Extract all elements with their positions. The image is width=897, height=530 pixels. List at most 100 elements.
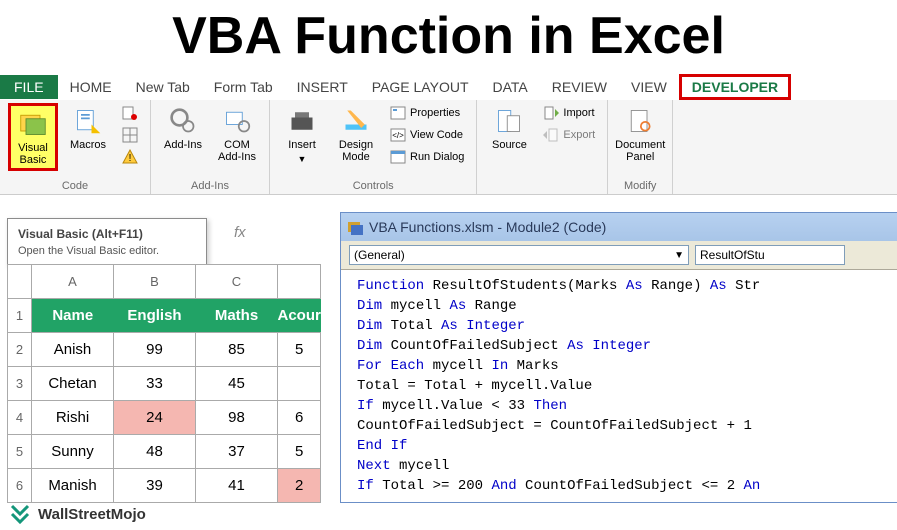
document-icon: [624, 105, 656, 137]
header-cell[interactable]: English: [114, 299, 196, 333]
gear-icon: [167, 105, 199, 137]
tab-data[interactable]: DATA: [481, 75, 540, 99]
vbe-object-value: (General): [354, 248, 405, 262]
cell[interactable]: Sunny: [32, 435, 114, 469]
tab-insert[interactable]: INSERT: [285, 75, 360, 99]
header-cell[interactable]: Acour: [278, 299, 321, 333]
chevron-down-icon: ▼: [298, 153, 307, 165]
tab-review[interactable]: REVIEW: [540, 75, 619, 99]
cell[interactable]: Anish: [32, 333, 114, 367]
dialog-icon: [390, 149, 406, 165]
cell[interactable]: [278, 367, 321, 401]
export-button[interactable]: Export: [539, 125, 599, 145]
col-header[interactable]: [278, 265, 321, 299]
source-label: Source: [492, 139, 527, 151]
chevron-down-icon: ▼: [674, 250, 684, 261]
row-header[interactable]: 6: [8, 469, 32, 503]
group-modify-label: Modify: [616, 178, 664, 194]
vbe-proc-combo[interactable]: ResultOfStu: [695, 245, 845, 265]
tab-home[interactable]: HOME: [58, 75, 124, 99]
tooltip-title: Visual Basic (Alt+F11): [18, 227, 196, 241]
com-addins-label: COM Add-Ins: [218, 139, 256, 163]
run-dialog-button[interactable]: Run Dialog: [386, 147, 468, 167]
code-icon: </>: [390, 127, 406, 143]
addins-label: Add-Ins: [164, 139, 202, 151]
cell[interactable]: 6: [278, 401, 321, 435]
col-header[interactable]: C: [196, 265, 278, 299]
vbe-title-text: VBA Functions.xlsm - Module2 (Code): [369, 219, 606, 235]
com-addins-icon: [221, 105, 253, 137]
macros-label: Macros: [70, 139, 106, 151]
cell[interactable]: 5: [278, 333, 321, 367]
col-header[interactable]: B: [114, 265, 196, 299]
vbe-titlebar[interactable]: VBA Functions.xlsm - Module2 (Code): [341, 213, 897, 241]
source-icon: [493, 105, 525, 137]
relative-refs-button[interactable]: [118, 125, 142, 145]
vba-icon: [17, 108, 49, 140]
header-cell[interactable]: Maths: [196, 299, 278, 333]
export-label: Export: [563, 129, 595, 141]
row-header[interactable]: 2: [8, 333, 32, 367]
vbe-object-combo[interactable]: (General) ▼: [349, 245, 689, 265]
select-all-cell[interactable]: [8, 265, 32, 299]
vbe-window[interactable]: VBA Functions.xlsm - Module2 (Code) (Gen…: [340, 212, 897, 503]
cell[interactable]: 2: [278, 469, 321, 503]
cell[interactable]: 41: [196, 469, 278, 503]
tab-view[interactable]: VIEW: [619, 75, 679, 99]
row-header[interactable]: 5: [8, 435, 32, 469]
svg-text:</>: </>: [392, 131, 404, 140]
row-header[interactable]: 4: [8, 401, 32, 435]
logo-icon: [8, 502, 32, 526]
col-header[interactable]: A: [32, 265, 114, 299]
cell[interactable]: 24: [114, 401, 196, 435]
worksheet[interactable]: A B C 1 Name English Maths Acour 2Anish9…: [7, 264, 321, 503]
cell[interactable]: 37: [196, 435, 278, 469]
macros-icon: [72, 105, 104, 137]
cell[interactable]: 39: [114, 469, 196, 503]
tab-form[interactable]: Form Tab: [202, 75, 285, 99]
document-panel-label: Document Panel: [615, 139, 665, 163]
vbe-proc-value: ResultOfStu: [700, 248, 765, 262]
import-label: Import: [563, 107, 594, 119]
row-header[interactable]: 3: [8, 367, 32, 401]
cell[interactable]: Manish: [32, 469, 114, 503]
macros-button[interactable]: Macros: [64, 103, 112, 155]
tooltip-body: Open the Visual Basic editor.: [18, 245, 196, 257]
tab-new[interactable]: New Tab: [124, 75, 202, 99]
com-addins-button[interactable]: COM Add-Ins: [213, 103, 261, 167]
addins-button[interactable]: Add-Ins: [159, 103, 207, 155]
properties-icon: [390, 105, 406, 121]
cell[interactable]: 99: [114, 333, 196, 367]
run-dialog-label: Run Dialog: [410, 151, 464, 163]
design-mode-button[interactable]: Design Mode: [332, 103, 380, 167]
tab-developer[interactable]: DEVELOPER: [679, 74, 791, 100]
cell[interactable]: 85: [196, 333, 278, 367]
vbe-selectors: (General) ▼ ResultOfStu: [341, 241, 897, 270]
header-cell[interactable]: Name: [32, 299, 114, 333]
cell[interactable]: 98: [196, 401, 278, 435]
import-button[interactable]: Import: [539, 103, 599, 123]
cell[interactable]: Chetan: [32, 367, 114, 401]
cell[interactable]: 45: [196, 367, 278, 401]
properties-button[interactable]: Properties: [386, 103, 468, 123]
cell[interactable]: 48: [114, 435, 196, 469]
export-icon: [543, 127, 559, 143]
macro-security-button[interactable]: !: [118, 147, 142, 167]
document-panel-button[interactable]: Document Panel: [616, 103, 664, 167]
visual-basic-button[interactable]: Visual Basic: [8, 103, 58, 171]
svg-text:!: !: [129, 153, 132, 164]
view-code-button[interactable]: </>View Code: [386, 125, 468, 145]
insert-control-button[interactable]: Insert ▼: [278, 103, 326, 169]
record-macro-button[interactable]: [118, 103, 142, 123]
tooltip: Visual Basic (Alt+F11) Open the Visual B…: [7, 218, 207, 266]
row-header[interactable]: 1: [8, 299, 32, 333]
tab-pagelayout[interactable]: PAGE LAYOUT: [360, 75, 481, 99]
formula-bar-fx[interactable]: fx: [210, 222, 246, 242]
cell[interactable]: 33: [114, 367, 196, 401]
source-button[interactable]: Source: [485, 103, 533, 155]
cell[interactable]: Rishi: [32, 401, 114, 435]
tab-file[interactable]: FILE: [0, 75, 58, 99]
watermark: WallStreetMojo: [8, 502, 146, 526]
cell[interactable]: 5: [278, 435, 321, 469]
vbe-code-pane[interactable]: Function ResultOfStudents(Marks As Range…: [341, 270, 897, 502]
